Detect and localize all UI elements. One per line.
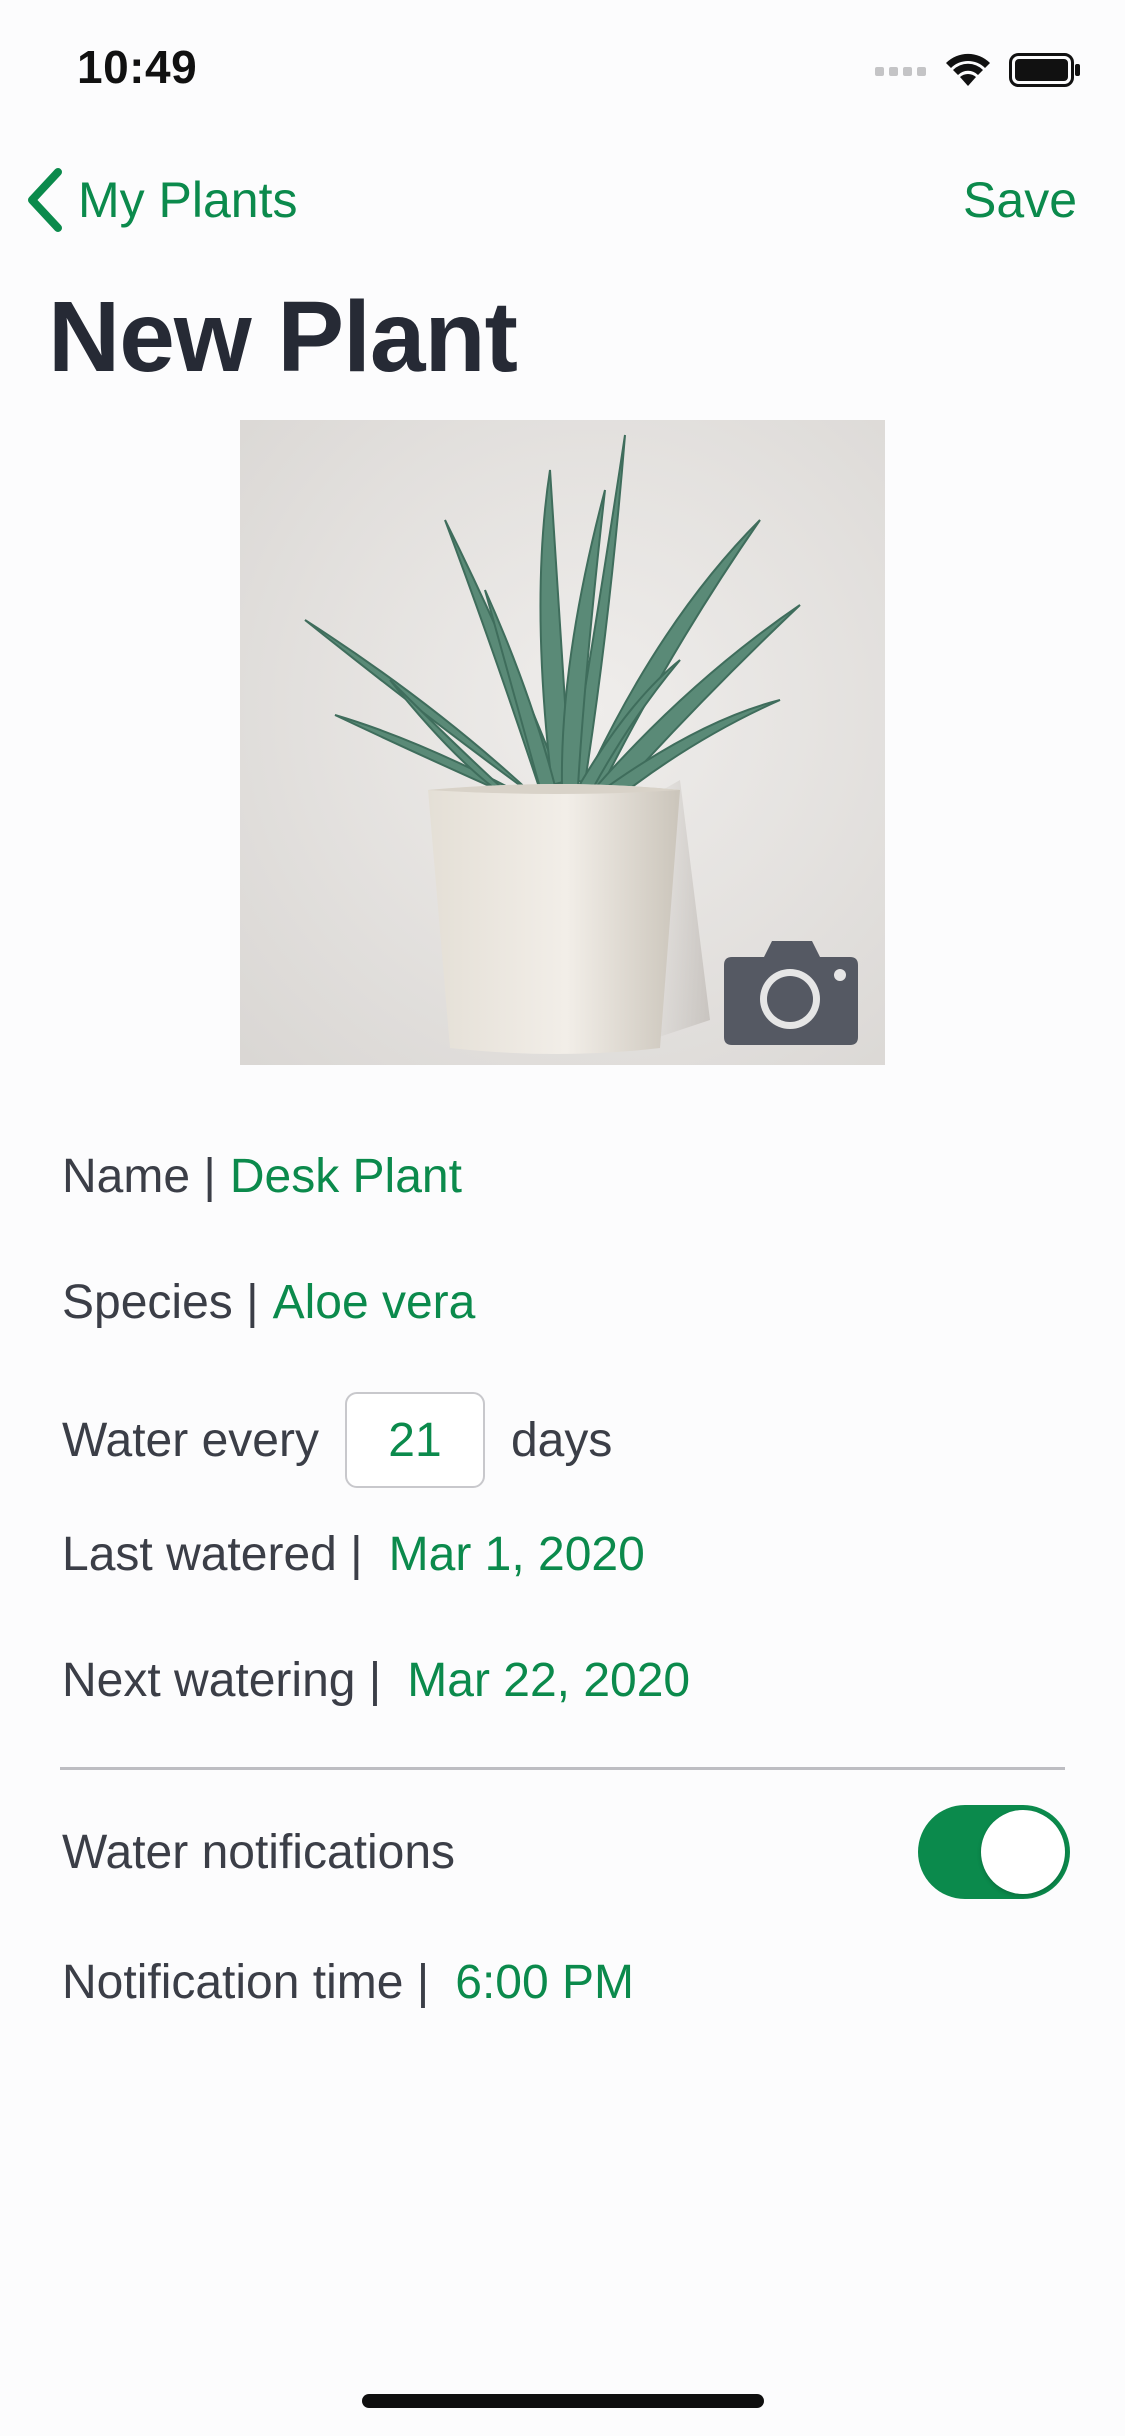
- status-icons: [875, 50, 1081, 90]
- notifications-toggle[interactable]: [918, 1805, 1070, 1899]
- signal-icon: [875, 67, 926, 76]
- section-divider: [60, 1767, 1065, 1770]
- name-field[interactable]: Desk Plant: [230, 1149, 462, 1204]
- chevron-left-icon: [28, 168, 62, 232]
- status-time: 10:49: [77, 41, 198, 93]
- notification-time-value[interactable]: 6:00 PM: [455, 1955, 634, 2010]
- notification-time-row: Notification time | 6:00 PM: [62, 1942, 634, 2022]
- water-every-label: Water every: [62, 1413, 319, 1467]
- water-every-unit: days: [510, 1413, 613, 1467]
- water-every-row: Water every 21 days: [62, 1390, 612, 1490]
- camera-button[interactable]: [720, 935, 862, 1047]
- next-watering-label: Next watering |: [62, 1653, 382, 1707]
- last-watered-row: Last watered | Mar 1, 2020: [62, 1514, 645, 1594]
- last-watered-label: Last watered |: [62, 1527, 363, 1581]
- back-button[interactable]: My Plants: [24, 165, 298, 235]
- new-plant-screen: 10:49 My Plants Save New Plant Name | De…: [0, 0, 1125, 2436]
- name-row: Name | Desk Plant: [62, 1136, 462, 1216]
- notifications-label: Water notifications: [62, 1825, 456, 1879]
- camera-icon: [724, 941, 858, 1045]
- water-interval-field[interactable]: 21: [344, 1392, 485, 1488]
- last-watered-date[interactable]: Mar 1, 2020: [389, 1527, 645, 1582]
- home-indicator[interactable]: [362, 2394, 764, 2408]
- save-button[interactable]: Save: [963, 165, 1077, 235]
- notification-time-label: Notification time |: [62, 1955, 430, 2009]
- battery-icon: [1009, 53, 1080, 87]
- next-watering-row: Next watering | Mar 22, 2020: [62, 1640, 690, 1720]
- page-title: New Plant: [48, 281, 518, 393]
- species-row: Species | Aloe vera: [62, 1262, 475, 1342]
- next-watering-date: Mar 22, 2020: [407, 1653, 691, 1707]
- species-field[interactable]: Aloe vera: [273, 1275, 476, 1330]
- species-label: Species |: [62, 1275, 259, 1329]
- back-button-label: My Plants: [78, 172, 298, 228]
- wifi-icon: [946, 53, 990, 86]
- notifications-row: Water notifications: [62, 1812, 455, 1892]
- name-label: Name |: [62, 1149, 216, 1203]
- toggle-knob: [981, 1810, 1065, 1894]
